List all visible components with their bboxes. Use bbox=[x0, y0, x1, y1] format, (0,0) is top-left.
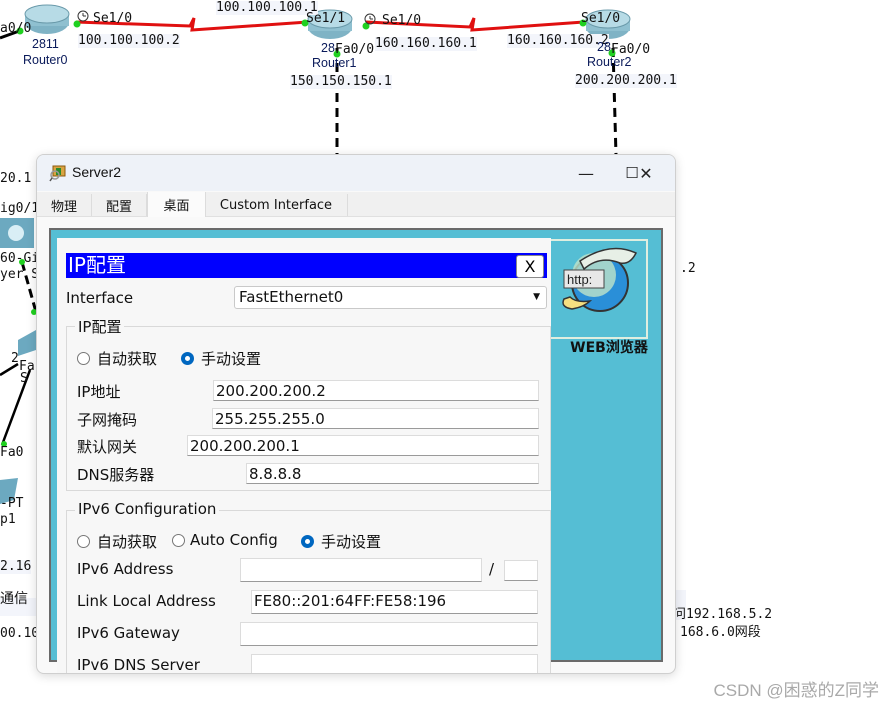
web-browser-tile[interactable]: http: bbox=[548, 239, 648, 339]
device-name[interactable]: Router2 bbox=[587, 55, 631, 69]
web-browser-label[interactable]: WEB浏览器 bbox=[559, 340, 659, 357]
ipv6-prefix-input[interactable] bbox=[504, 560, 538, 581]
ipv4-dhcp-radio[interactable]: 自动获取 bbox=[77, 348, 157, 369]
note-text: 00.10 bbox=[0, 626, 40, 641]
radio-label: 手动设置 bbox=[321, 533, 382, 551]
prefix-separator: / bbox=[489, 560, 495, 578]
ip-config-close-button[interactable]: X bbox=[516, 255, 544, 278]
ip-label: 160.160.160.2 bbox=[507, 33, 609, 48]
ipv6-gateway-input[interactable] bbox=[240, 622, 538, 646]
note-text: 168.6.0网段 bbox=[680, 625, 761, 640]
note-text: 通信 bbox=[0, 591, 28, 607]
ip-label: 20.1 bbox=[0, 171, 32, 186]
note-text: 问192.168.5.2 bbox=[673, 607, 773, 622]
tab-desktop[interactable]: 桌面 bbox=[147, 192, 206, 217]
device-model: 2 bbox=[11, 351, 19, 366]
ip-address-label: IP地址 bbox=[77, 383, 121, 401]
svg-text:http:: http: bbox=[567, 272, 592, 287]
title-bar[interactable]: Server2 — ☐ ✕ bbox=[37, 155, 675, 191]
device-model: -PT bbox=[0, 496, 24, 511]
ip-address-input[interactable]: 200.200.200.2 bbox=[213, 380, 539, 401]
ip-label: 150.150.150.1 bbox=[290, 74, 392, 89]
radio-unchecked-icon bbox=[77, 535, 90, 548]
ip-label: 160.160.160.1 bbox=[375, 36, 477, 51]
ipv4-static-radio[interactable]: 手动设置 bbox=[181, 348, 261, 369]
switch-icon bbox=[18, 330, 36, 356]
link-local-input[interactable]: FE80::201:64FF:FE58:196 bbox=[251, 590, 538, 614]
close-button[interactable]: ✕ bbox=[623, 159, 669, 187]
port-label: Fa0/0 bbox=[335, 42, 375, 57]
multilayer-switch-icon bbox=[0, 218, 34, 248]
radio-label: 手动设置 bbox=[201, 350, 262, 368]
port-label: Se1/0 bbox=[382, 13, 422, 28]
tab-custom-interface[interactable]: Custom Interface bbox=[205, 194, 348, 216]
subnet-mask-label: 子网掩码 bbox=[77, 411, 138, 429]
clock-icon bbox=[77, 10, 89, 22]
ip-label: 200.200.200.1 bbox=[575, 73, 677, 88]
subnet-mask-input[interactable]: 255.255.255.0 bbox=[212, 408, 539, 429]
ip-config-title: IP配置 bbox=[68, 253, 126, 277]
ipv6-address-label: IPv6 Address bbox=[77, 560, 174, 578]
radio-label: 自动获取 bbox=[97, 350, 158, 368]
ipv6-address-input[interactable] bbox=[240, 558, 482, 582]
tab-bar: 物理 配置 桌面 Custom Interface bbox=[37, 192, 675, 217]
server-app-icon bbox=[49, 165, 66, 182]
tab-config[interactable]: 配置 bbox=[92, 194, 147, 216]
radio-label: 自动获取 bbox=[97, 533, 158, 551]
ip-label: 100.100.100.2 bbox=[78, 33, 180, 48]
interface-select[interactable]: FastEthernet0 ▼ bbox=[234, 286, 547, 309]
port-label: ig0/1 bbox=[0, 201, 40, 216]
radio-unchecked-icon bbox=[77, 352, 90, 365]
dropdown-arrow-icon: ▼ bbox=[533, 292, 540, 302]
device-name: S bbox=[20, 371, 28, 386]
link-local-label: Link Local Address bbox=[77, 592, 216, 610]
ipv6-dns-input[interactable] bbox=[251, 654, 538, 673]
radio-unchecked-icon bbox=[172, 533, 185, 547]
device-name[interactable]: Router1 bbox=[312, 56, 356, 70]
device-model: 2811 bbox=[32, 37, 59, 51]
port-dot bbox=[73, 20, 81, 28]
port-label: Se1/1 bbox=[306, 11, 346, 26]
ipv4-group-title: IP配置 bbox=[75, 316, 125, 337]
tab-physical[interactable]: 物理 bbox=[37, 194, 92, 216]
minimize-hit bbox=[564, 159, 610, 187]
ip-config-header: IP配置 X bbox=[66, 253, 547, 278]
note-text: 2.16 bbox=[0, 559, 32, 574]
device-model: 60-Gi bbox=[0, 251, 40, 266]
port-label: Fa0 bbox=[0, 445, 24, 460]
close-icon: ✕ bbox=[639, 163, 653, 183]
interface-label: Interface bbox=[66, 289, 134, 307]
ipv6-static-radio[interactable]: 手动设置 bbox=[301, 531, 381, 552]
default-gateway-label: 默认网关 bbox=[77, 438, 138, 456]
ipv6-dns-label: IPv6 DNS Server bbox=[77, 656, 200, 674]
ip-config-panel: IP配置 X Interface FastEthernet0 ▼ IP配置 自动… bbox=[57, 238, 551, 674]
ipv6-dhcp-radio[interactable]: 自动获取 bbox=[77, 531, 157, 552]
watermark: CSDN @困惑的Z同学 bbox=[713, 681, 879, 700]
server2-window: Server2 — ☐ ✕ 物理 配置 桌面 Custom Interface … bbox=[36, 154, 676, 674]
radio-label: Auto Config bbox=[190, 531, 278, 549]
device-name[interactable]: Router0 bbox=[23, 53, 67, 67]
default-gateway-input[interactable]: 200.200.200.1 bbox=[187, 435, 539, 456]
device-name: p1 bbox=[0, 512, 16, 527]
port-label: a0/0 bbox=[0, 21, 32, 36]
device-model: 28 bbox=[321, 41, 335, 55]
ip-label: 100.100.100.1 bbox=[216, 0, 318, 15]
dns-server-label: DNS服务器 bbox=[77, 466, 155, 484]
port-label: Se1/0 bbox=[93, 11, 133, 26]
port-label: Se1/0 bbox=[581, 11, 621, 26]
ipv6-gateway-label: IPv6 Gateway bbox=[77, 624, 180, 642]
ipv6-auto-config-radio[interactable]: Auto Config bbox=[172, 531, 278, 549]
device-model: 28 bbox=[597, 40, 611, 54]
ip-label: .2 bbox=[680, 261, 696, 276]
ipv6-group-title: IPv6 Configuration bbox=[75, 500, 220, 518]
router0-icon bbox=[24, 4, 70, 34]
radio-checked-icon bbox=[181, 352, 194, 365]
web-browser-icon: http: bbox=[562, 247, 638, 312]
dns-server-input[interactable]: 8.8.8.8 bbox=[246, 463, 539, 484]
window-title: Server2 bbox=[72, 164, 122, 180]
interface-value: FastEthernet0 bbox=[239, 288, 344, 306]
radio-checked-icon bbox=[301, 535, 314, 548]
